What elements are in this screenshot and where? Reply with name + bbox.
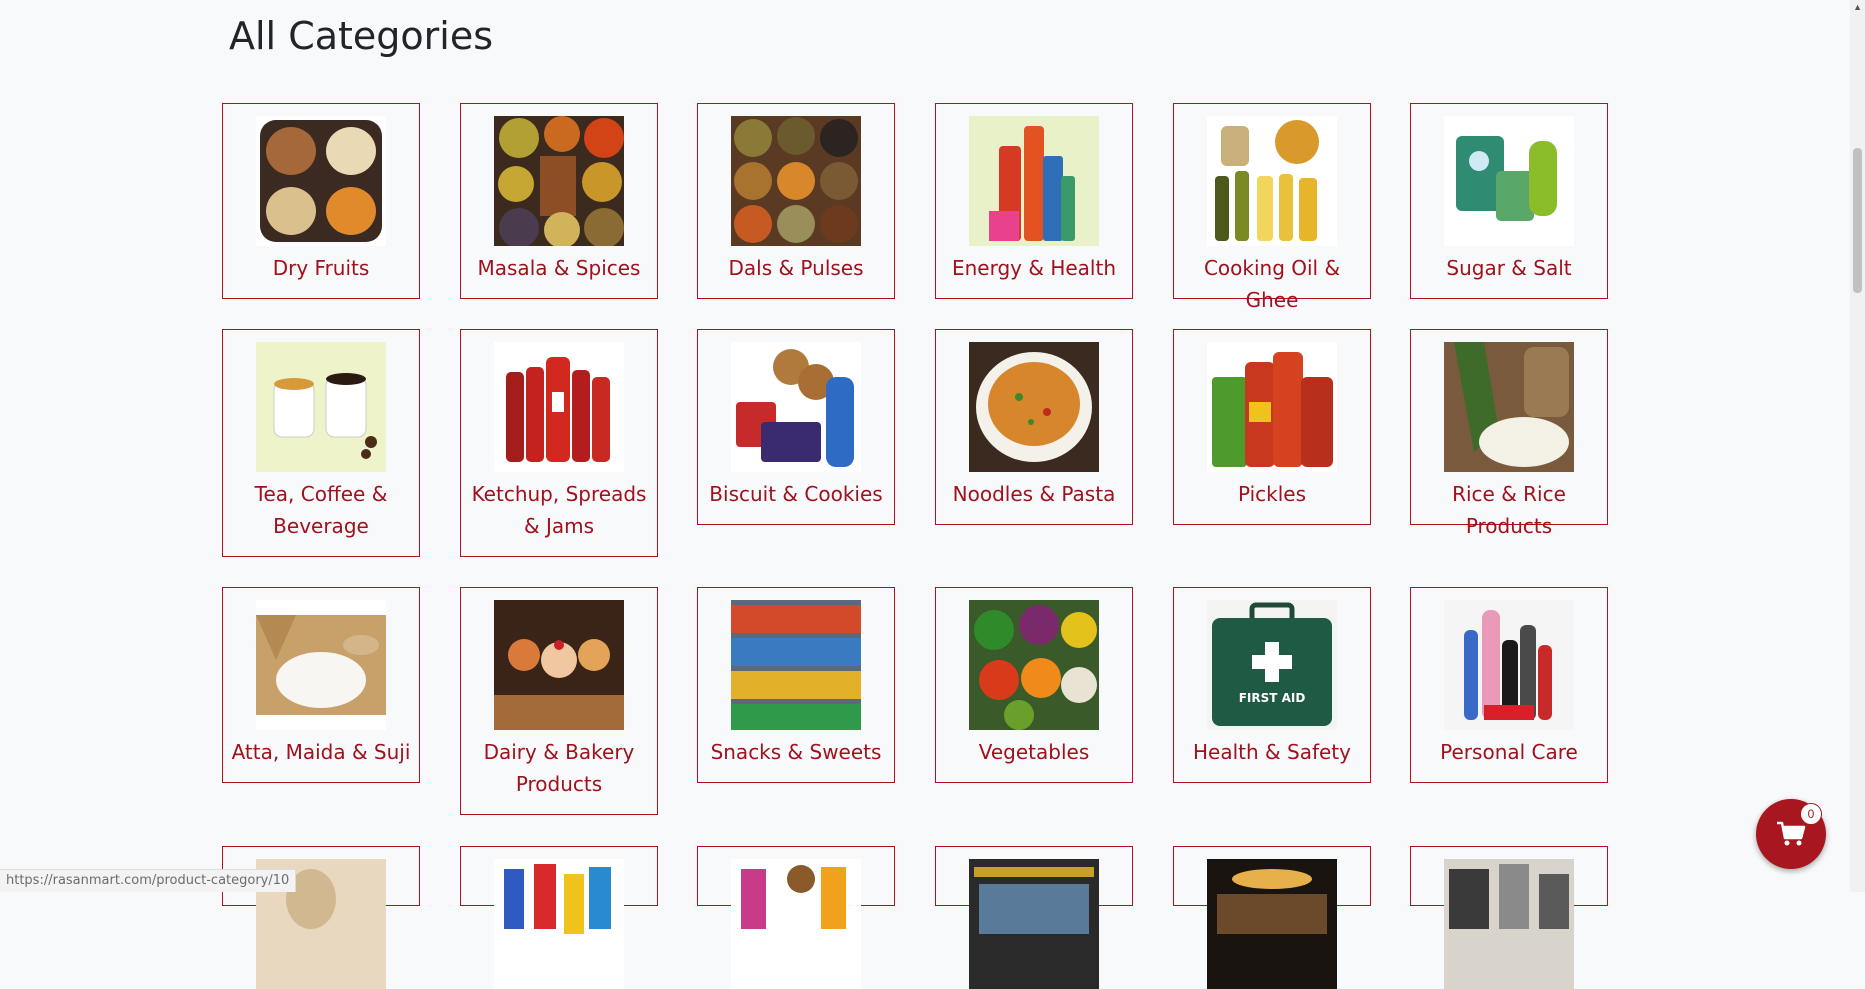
oil-bottles-image	[1207, 116, 1337, 246]
category-card-masala-spices[interactable]: Masala & Spices	[460, 103, 658, 299]
scroll-up-arrow-icon[interactable]: ▲	[1853, 2, 1862, 12]
category-card-tea-coffee[interactable]: Tea, Coffee & Beverage	[222, 329, 420, 557]
category-card-biscuit-cookies[interactable]: Biscuit & Cookies	[697, 329, 895, 525]
category-card-dairy-bakery[interactable]: Dairy & Bakery Products	[460, 587, 658, 815]
first-aid-text: FIRST AID	[1239, 691, 1306, 705]
noodles-bowl-image	[969, 342, 1099, 472]
category-label: Sugar & Salt	[1446, 256, 1572, 280]
toiletries-image	[1444, 600, 1574, 730]
category-card-partial[interactable]	[697, 846, 895, 989]
category-card-ketchup-spreads[interactable]: Ketchup, Spreads & Jams	[460, 329, 658, 557]
category-card-partial[interactable]	[460, 846, 658, 989]
category-card-atta-maida[interactable]: Atta, Maida & Suji	[222, 587, 420, 783]
cart-button[interactable]: 0	[1756, 799, 1826, 869]
spices-image	[494, 116, 624, 246]
snack-shelves-image	[731, 600, 861, 730]
ketchup-bottles-image	[494, 342, 624, 472]
rice-sack-image	[1444, 342, 1574, 472]
category-label: Personal Care	[1440, 740, 1578, 764]
dry-fruits-image	[256, 116, 386, 246]
category-card-dals-pulses[interactable]: Dals & Pulses	[697, 103, 895, 299]
category-image	[1207, 859, 1337, 989]
category-card-partial[interactable]	[935, 846, 1133, 989]
category-label: Tea, Coffee & Beverage	[254, 482, 388, 538]
category-label: Atta, Maida & Suji	[231, 740, 411, 764]
category-label: Noodles & Pasta	[952, 482, 1116, 506]
category-label: Dry Fruits	[272, 256, 370, 280]
category-card-partial[interactable]	[1173, 846, 1371, 989]
first-aid-kit-image: FIRST AID	[1207, 600, 1337, 730]
category-card-snacks-sweets[interactable]: Snacks & Sweets	[697, 587, 895, 783]
category-card-sugar-salt[interactable]: Sugar & Salt	[1410, 103, 1608, 299]
page-title: All Categories	[229, 14, 494, 58]
category-label: Masala & Spices	[477, 256, 641, 280]
pastries-image	[494, 600, 624, 730]
category-label: Biscuit & Cookies	[709, 482, 883, 506]
category-label: Snacks & Sweets	[710, 740, 882, 764]
vertical-scrollbar[interactable]: ▲	[1850, 0, 1865, 892]
category-card-rice[interactable]: Rice & Rice Products	[1410, 329, 1608, 538]
scrollbar-thumb[interactable]	[1853, 148, 1862, 293]
status-bar-url: https://rasanmart.com/product-category/1…	[0, 869, 297, 892]
category-label: Ketchup, Spreads & Jams	[471, 482, 647, 538]
category-card-health-safety[interactable]: FIRST AID Health & Safety	[1173, 587, 1371, 783]
category-image	[1444, 859, 1574, 989]
category-label: Cooking Oil & Ghee	[1203, 256, 1341, 312]
category-image	[731, 859, 861, 989]
energy-drinks-image	[969, 116, 1099, 246]
coffee-cups-image	[256, 342, 386, 472]
vegetables-image	[969, 600, 1099, 730]
flour-bowl-image	[256, 600, 386, 730]
category-label: Energy & Health	[951, 256, 1116, 280]
sugar-packs-image	[1444, 116, 1574, 246]
category-card-energy-health[interactable]: Energy & Health	[935, 103, 1133, 299]
category-label: Dairy & Bakery Products	[483, 740, 635, 796]
cart-icon	[1777, 821, 1806, 846]
category-image	[969, 859, 1099, 989]
category-label: Dals & Pulses	[728, 256, 864, 280]
category-card-noodles-pasta[interactable]: Noodles & Pasta	[935, 329, 1133, 525]
biscuits-image	[731, 342, 861, 472]
category-image	[494, 859, 624, 989]
category-label: Rice & Rice Products	[1452, 482, 1566, 538]
cart-count-badge: 0	[1800, 803, 1822, 825]
category-label: Pickles	[1237, 482, 1307, 506]
category-card-cooking-oil-ghee[interactable]: Cooking Oil & Ghee	[1173, 103, 1371, 312]
pickle-jars-image	[1207, 342, 1337, 472]
category-card-personal-care[interactable]: Personal Care	[1410, 587, 1608, 783]
category-card-dry-fruits[interactable]: Dry Fruits	[222, 103, 420, 299]
category-label: Vegetables	[978, 740, 1090, 764]
category-card-vegetables[interactable]: Vegetables	[935, 587, 1133, 783]
pulses-image	[731, 116, 861, 246]
category-label: Health & Safety	[1193, 740, 1351, 764]
category-card-partial[interactable]	[1410, 846, 1608, 989]
category-card-pickles[interactable]: Pickles	[1173, 329, 1371, 525]
